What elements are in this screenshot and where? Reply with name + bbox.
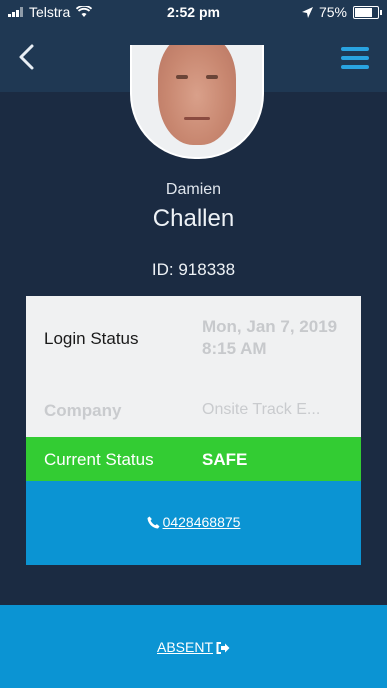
menu-button[interactable] [341, 47, 369, 69]
battery-icon [353, 5, 382, 19]
login-status-value: Mon, Jan 7, 2019 8:15 AM [202, 317, 338, 358]
hamburger-menu-icon [341, 47, 369, 51]
first-name: Damien [165, 181, 222, 198]
employee-id: ID: 918338 [151, 260, 236, 279]
login-status-row: Login Status Mon, Jan 7, 2019 8:15 AM [26, 296, 361, 383]
battery-percent: 75% [318, 4, 347, 20]
absent-link[interactable]: ABSENT [0, 639, 387, 655]
phone-icon [147, 516, 160, 529]
app-screen: Telstra 2:52 pm 75% Profile [0, 0, 387, 688]
status-bar: Telstra 2:52 pm 75% [0, 0, 387, 24]
location-icon [301, 6, 313, 18]
company-label: Company [44, 401, 122, 420]
details-card: Login Status Mon, Jan 7, 2019 8:15 AM Co… [26, 296, 361, 565]
status-badge: SAFE [202, 450, 248, 469]
absent-button[interactable]: ABSENT [0, 605, 387, 688]
last-name: Challen [152, 205, 235, 232]
phone-number: 0428468875 [162, 514, 241, 530]
phone-link[interactable]: 0428468875 [26, 514, 361, 530]
phone-row: 0428468875 [26, 481, 361, 565]
profile-photo [158, 45, 236, 145]
company-row: Company Onsite Track E... [26, 383, 361, 437]
current-status-row: Current Status SAFE [26, 437, 361, 481]
sign-out-icon [216, 642, 230, 654]
current-status-label: Current Status [44, 450, 154, 469]
absent-label: ABSENT [156, 639, 213, 655]
avatar [130, 45, 264, 159]
login-status-label: Login Status [44, 329, 139, 348]
company-value: Onsite Track E... [202, 401, 321, 418]
